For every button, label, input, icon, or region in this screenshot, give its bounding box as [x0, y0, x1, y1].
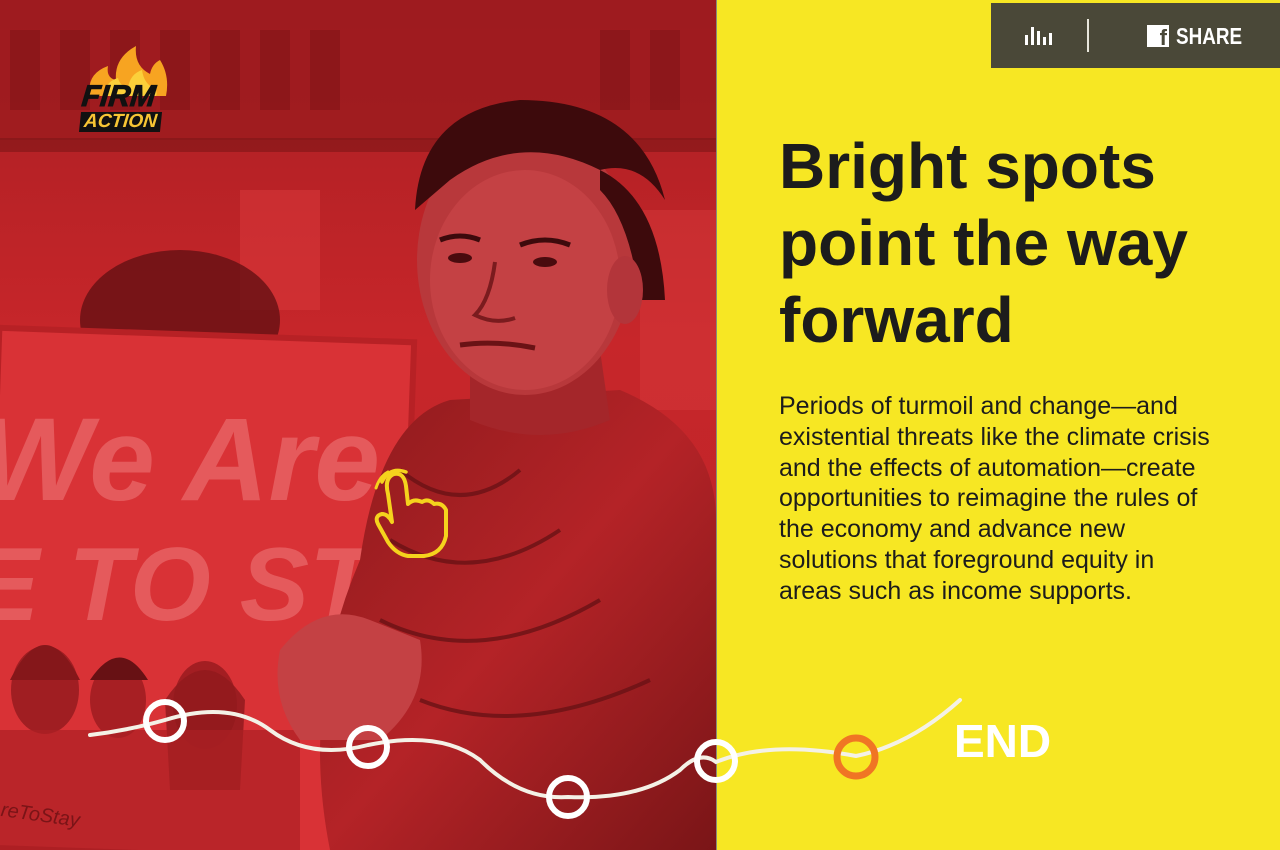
logo-action-text: ACTION	[78, 111, 162, 132]
page-headline: Bright spots point the way forward	[779, 130, 1188, 356]
firm-action-logo: FIRM ACTION	[78, 44, 178, 134]
body-paragraph: Periods of turmoil and change—and existe…	[779, 392, 1210, 605]
stats-button[interactable]	[1011, 19, 1065, 53]
hero-photo: We Are E TO STAY reToStay FIRM ACTION	[0, 0, 716, 850]
facebook-icon: f	[1147, 25, 1169, 49]
share-label: SHARE	[1176, 22, 1243, 49]
logo-firm-text: FIRM	[80, 80, 158, 114]
facebook-share-button[interactable]: f SHARE	[1147, 21, 1257, 51]
top-toolbar: f SHARE	[991, 3, 1280, 68]
end-label[interactable]: END	[954, 714, 1051, 768]
toolbar-divider	[1087, 19, 1089, 52]
hand-pointer-icon[interactable]	[368, 464, 454, 560]
sign-text-line1: We Are	[0, 394, 380, 526]
stats-icon	[1025, 27, 1052, 45]
